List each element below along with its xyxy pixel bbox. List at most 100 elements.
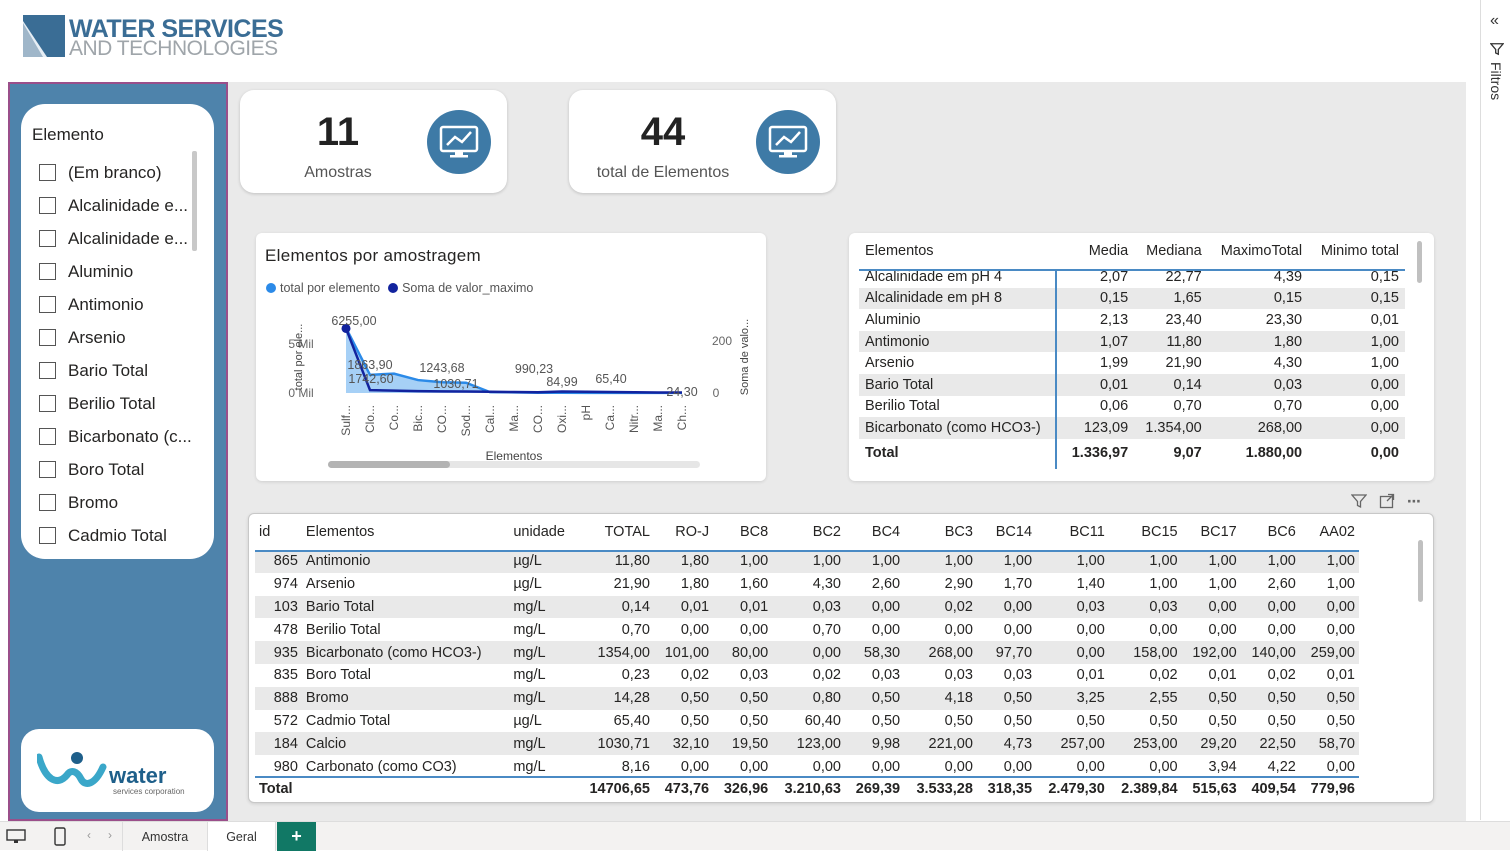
checkbox[interactable] (39, 296, 56, 313)
sidebar: Elemento (Em branco) Alcalinidade e... Alc… (8, 82, 228, 821)
table-cell: 0,50 (680, 712, 710, 729)
prev-page-icon[interactable]: ‹ (87, 828, 91, 842)
chart-scroll-thumb[interactable] (328, 461, 450, 468)
total-cell: 779,96 (1299, 777, 1359, 801)
x-tick-label: Clo... (363, 405, 377, 433)
slicer-item[interactable]: Alcalinidade e... (39, 189, 199, 222)
checkbox[interactable] (39, 395, 56, 412)
filters-label[interactable]: Filtros (1488, 62, 1504, 100)
slicer-item[interactable]: Aluminio (39, 255, 199, 288)
table-row[interactable]: Aluminio 2,13 23,40 23,30 0,01 (859, 309, 1405, 331)
detail-header-cell[interactable]: BC11 (1036, 514, 1109, 550)
slicer-item[interactable]: Cadmio Total (39, 519, 199, 552)
table-row[interactable]: 935 Bicarbonato (como HCO3-) mg/L 1354,00 10… (255, 641, 1359, 664)
summary-header-cell[interactable]: Minimo total (1308, 236, 1405, 266)
table-row[interactable]: 974 Arsenio µg/L 21,90 1,80 1,60 4,30 2,60 2,90 1… (255, 573, 1359, 596)
detail-header-cell[interactable]: BC17 (1182, 514, 1241, 550)
table-cell: mg/L (513, 667, 546, 684)
slicer-item[interactable]: Antimonio (39, 288, 199, 321)
slicer-item[interactable]: Arsenio (39, 321, 199, 354)
table-row[interactable]: 103 Bario Total mg/L 0,14 0,01 0,01 0,03 0,00 0,… (255, 595, 1359, 619)
table-cell: 3,25 (1036, 686, 1109, 710)
detail-header-cell[interactable]: BC14 (977, 514, 1036, 550)
table-cell: 1,00 (1240, 550, 1300, 573)
detail-header-cell[interactable]: unidade (509, 514, 576, 550)
detail-header-cell[interactable]: RO-J (654, 514, 713, 550)
detail-header-cell[interactable]: BC3 (904, 514, 977, 550)
slicer-item-label: (Em branco) (68, 162, 162, 182)
table-cell: 0,03 (1003, 667, 1033, 684)
collapse-chevron-icon[interactable]: « (1490, 12, 1499, 30)
summary-header-cell[interactable]: MaximoTotal (1208, 236, 1308, 266)
table-cell: 4,30 (1273, 355, 1303, 372)
slicer-item[interactable]: Berilio Total (39, 387, 199, 420)
summary-header-cell[interactable]: Media (1061, 236, 1135, 266)
checkbox[interactable] (39, 197, 56, 214)
more-options-icon[interactable]: ⋯ (1407, 493, 1422, 510)
table-cell: 0,01 (653, 595, 714, 619)
checkbox[interactable] (39, 329, 56, 346)
total-cell (301, 777, 510, 801)
table-row[interactable]: 572 Cadmio Total µg/L 65,40 0,50 0,50 60,40 0,5… (255, 710, 1359, 733)
table-cell: 0,50 (1299, 686, 1359, 710)
slicer-item[interactable]: Alcalinidade e... (39, 222, 199, 255)
slicer-scrollbar[interactable] (192, 151, 197, 251)
mobile-view-icon[interactable] (53, 827, 67, 847)
summary-scrollbar[interactable] (1417, 241, 1422, 283)
detail-header-cell[interactable]: BC8 (713, 514, 772, 550)
checkbox[interactable] (39, 428, 56, 445)
table-row[interactable]: Bario Total 0,01 0,14 0,03 0,00 (859, 373, 1405, 396)
next-page-icon[interactable]: › (108, 828, 112, 842)
summary-header-cell[interactable]: Mediana (1134, 236, 1208, 266)
checkbox[interactable] (39, 230, 56, 247)
table-row[interactable]: Arsenio 1,99 21,90 4,30 1,00 (859, 352, 1405, 374)
slicer-item[interactable]: Bario Total (39, 354, 199, 387)
table-row[interactable]: 980 Carbonato (como CO3) mg/L 8,16 0,00 0,00 0… (255, 755, 1359, 778)
tab-amostra[interactable]: Amostra (122, 822, 208, 851)
table-cell: 1,00 (845, 550, 905, 573)
focus-mode-icon[interactable] (1379, 493, 1395, 509)
detail-header-cell[interactable]: Elementos (302, 514, 509, 550)
table-row[interactable]: Berilio Total 0,06 0,70 0,70 0,00 (859, 396, 1405, 418)
table-cell: 0,00 (1003, 758, 1033, 775)
table-cell: 9,98 (845, 732, 905, 756)
tab-geral[interactable]: Geral (208, 822, 276, 851)
detail-header-cell[interactable]: AA02 (1300, 514, 1359, 550)
table-row[interactable]: Alcalinidade em pH 8 0,15 1,65 0,15 0,15 (859, 287, 1405, 310)
table-cell: Alcalinidade em pH 8 (859, 287, 1061, 310)
checkbox[interactable] (39, 164, 56, 181)
slicer-item[interactable]: Bicarbonato (c... (39, 420, 199, 453)
detail-header-cell[interactable]: BC6 (1241, 514, 1300, 550)
kpi-amostras-value: 11 (316, 110, 360, 154)
table-row[interactable]: Bicarbonato (como HCO3-) 123,09 1.354,00 26… (859, 417, 1405, 439)
table-row[interactable]: 478 Berilio Total mg/L 0,70 0,00 0,00 0,70 0,00… (255, 618, 1359, 641)
filter-icon[interactable] (1351, 493, 1367, 509)
detail-header-cell[interactable]: BC2 (772, 514, 845, 550)
detail-header-cell[interactable]: id (255, 514, 302, 550)
desktop-view-icon[interactable] (6, 829, 26, 845)
add-page-button[interactable]: + (277, 822, 316, 851)
checkbox[interactable] (39, 461, 56, 478)
table-cell: 0,00 (812, 758, 841, 775)
summary-header-cell[interactable]: Elementos (859, 236, 1061, 266)
slicer-item[interactable]: Bromo (39, 486, 199, 519)
filters-pane[interactable]: « (1480, 0, 1510, 820)
detail-scrollbar[interactable] (1418, 540, 1423, 602)
table-row[interactable]: Antimonio 1,07 11,80 1,80 1,00 (859, 330, 1405, 353)
detail-header-cell[interactable]: BC4 (845, 514, 904, 550)
checkbox[interactable] (39, 527, 56, 544)
table-row[interactable]: 184 Calcio mg/L 1030,71 32,10 19,50 123,00 9,98… (255, 732, 1359, 756)
checkbox[interactable] (39, 494, 56, 511)
detail-header-cell[interactable]: BC15 (1109, 514, 1182, 550)
chart-panel: Elementos por amostragem total por eleme… (256, 233, 766, 481)
slicer-item[interactable]: (Em branco) (39, 156, 199, 189)
table-cell: 0,50 (1149, 712, 1178, 729)
table-row[interactable]: 865 Antimonio µg/L 11,80 1,80 1,00 1,00 1,00 1,0… (255, 550, 1359, 573)
checkbox[interactable] (39, 362, 56, 379)
checkbox[interactable] (39, 263, 56, 280)
slicer-item[interactable]: Boro Total (39, 453, 199, 486)
table-cell: 23,40 (1165, 311, 1202, 328)
detail-header-cell[interactable]: TOTAL (577, 514, 654, 550)
table-row[interactable]: 835 Boro Total mg/L 0,23 0,02 0,03 0,02 0,03 0,0… (255, 664, 1359, 687)
table-row[interactable]: 888 Bromo mg/L 14,28 0,50 0,50 0,80 0,50 4,18 0,5… (255, 686, 1359, 710)
